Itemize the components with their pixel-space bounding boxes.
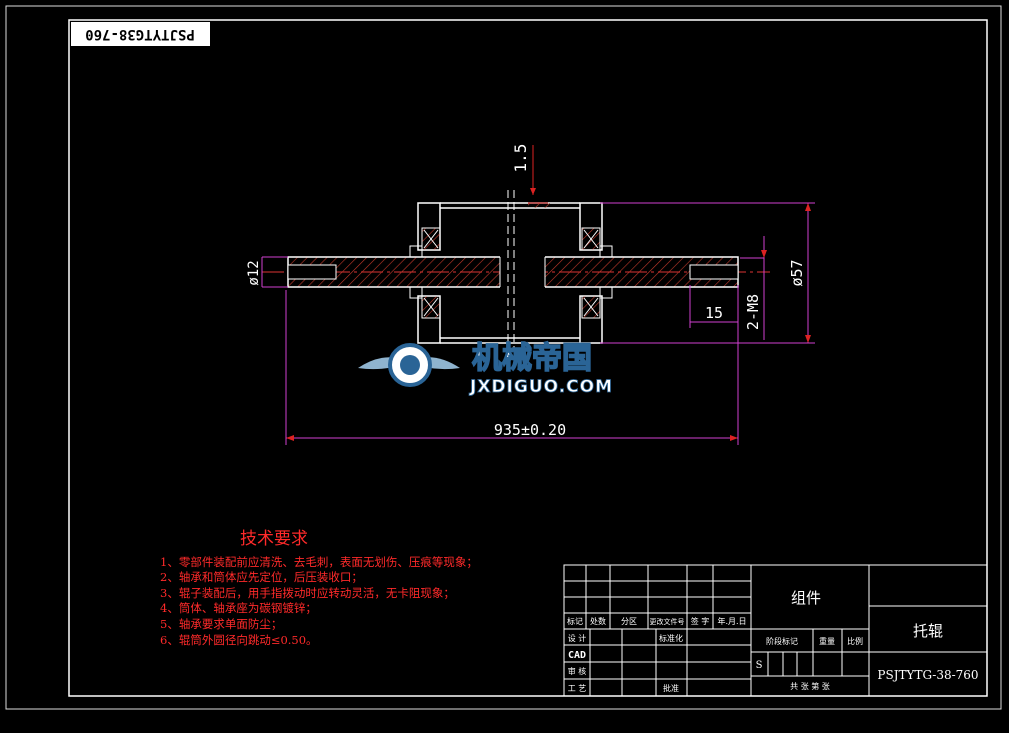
tech-item: 5、轴承要求单面防尘； xyxy=(160,617,282,631)
tech-requirements: 技术要求 1、零部件装配前应清洗、去毛刺，表面无划伤、压痕等现象； 2、轴承和筒… xyxy=(160,529,478,647)
tb-mark: 标记 xyxy=(567,616,583,626)
watermark-logo: 机械帝国 JXDIGUO.COM xyxy=(358,340,613,397)
dim-thread: 2-M8 xyxy=(744,294,762,330)
tb-s: S xyxy=(756,660,763,671)
tech-item: 1、零部件装配前应清洗、去毛刺，表面无划伤、压痕等现象； xyxy=(160,555,478,569)
tb-weight: 重量 xyxy=(819,636,835,646)
tech-title: 技术要求 xyxy=(240,529,308,549)
tb-assembly: 组件 xyxy=(791,589,821,607)
tb-part-name: 托辊 xyxy=(913,622,943,640)
dim-gap: 1.5 xyxy=(511,144,530,173)
break-gap xyxy=(507,145,550,350)
dim-length: 935±0.20 xyxy=(494,421,566,439)
dim-thread-depth: 15 xyxy=(705,304,723,322)
shaft xyxy=(287,255,739,289)
tech-item: 2、轴承和筒体应先定位，后压装收口； xyxy=(160,570,363,584)
tb-stage: 阶段标记 xyxy=(766,636,798,646)
tb-std: 标准化 xyxy=(659,633,683,643)
tech-item: 3、辊子装配后，用手指拨动时应转动灵活，无卡阻现象； xyxy=(160,586,455,600)
tech-item: 6、辊筒外圆径向跳动≤0.50。 xyxy=(160,633,318,647)
dim-tube-dia: ø57 xyxy=(788,259,806,286)
watermark-en: JXDIGUO.COM xyxy=(469,377,613,397)
tb-zone: 分区 xyxy=(621,617,637,626)
tb-docno: 更改文件号 xyxy=(650,617,685,626)
drawing-code-rotated: PSJTYTG38-760 xyxy=(85,26,195,42)
tb-sign: 签 字 xyxy=(691,616,710,626)
tech-item: 4、筒体、轴承座为碳钢镀锌； xyxy=(160,601,317,615)
tb-cad: CAD xyxy=(568,650,586,661)
tb-process: 工 艺 xyxy=(568,684,587,693)
tb-scale: 比例 xyxy=(847,636,863,646)
tb-count: 处数 xyxy=(590,616,606,626)
tb-sheets: 共 张 第 张 xyxy=(790,681,830,691)
tb-part-code: PSJTYTG-38-760 xyxy=(877,668,978,682)
tb-review: 审 核 xyxy=(568,666,587,676)
dim-shaft-dia: ø12 xyxy=(246,260,262,285)
tb-date: 年.月.日 xyxy=(717,616,746,626)
watermark-cn: 机械帝国 xyxy=(472,341,592,376)
dimension-lines xyxy=(261,202,815,445)
title-block-text: 标记 处数 分区 更改文件号 签 字 年.月.日 设 计 标准化 CAD 审 核… xyxy=(567,589,979,693)
cad-drawing: PSJTYTG38-760 1.5 ø12 ø57 2-M8 15 935±0.… xyxy=(5,5,1002,710)
tb-design: 设 计 xyxy=(568,633,587,643)
tb-approve: 批准 xyxy=(663,683,679,693)
